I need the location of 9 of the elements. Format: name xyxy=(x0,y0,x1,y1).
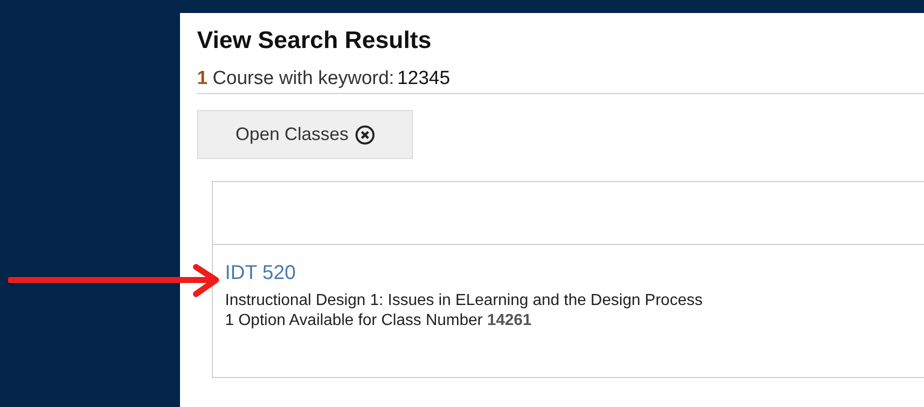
class-options: 1 Option Available for Class Number 14261 xyxy=(225,311,532,331)
summary-text: Course with keyword: xyxy=(212,67,394,91)
remove-icon[interactable] xyxy=(354,124,375,144)
result-count: 1 xyxy=(197,67,208,91)
course-description: Instructional Design 1: Issues in ELearning and the Design Process xyxy=(225,291,703,311)
course-link[interactable]: IDT 520 xyxy=(225,261,296,285)
keyword: 12345 xyxy=(397,67,450,91)
open-classes-filter[interactable]: Open Classes xyxy=(197,110,413,159)
page-title: View Search Results xyxy=(197,27,432,55)
